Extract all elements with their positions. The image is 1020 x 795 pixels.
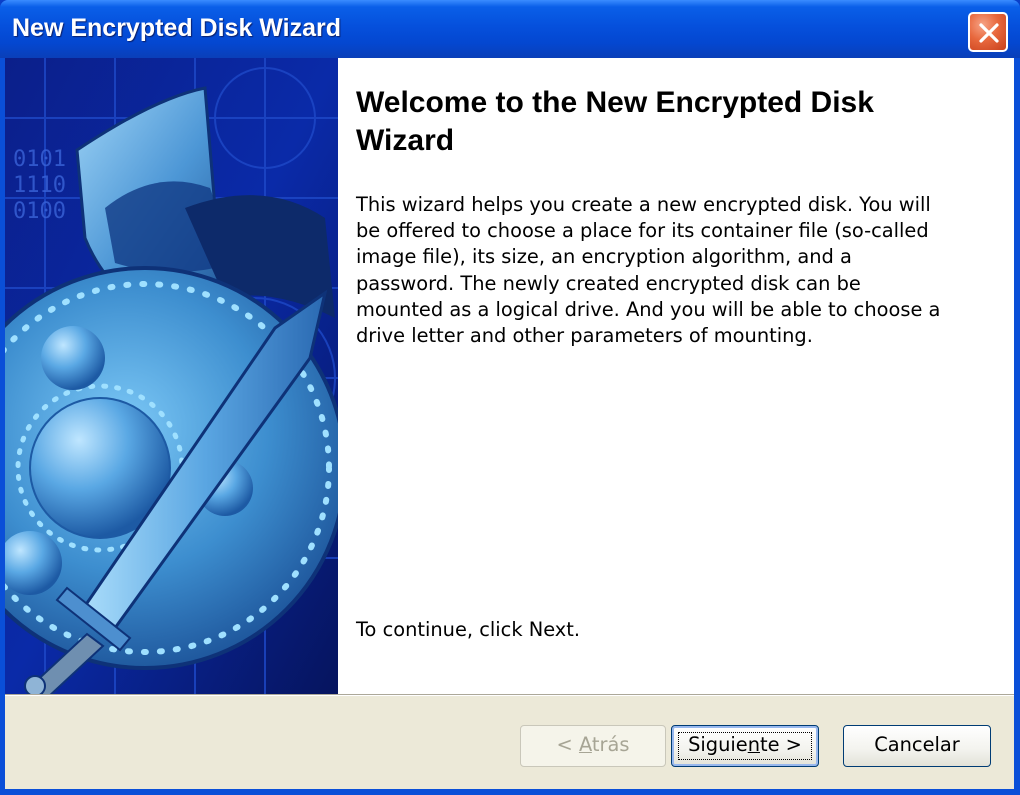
back-button[interactable]: < Atrás [520,725,666,767]
close-button[interactable] [968,12,1008,52]
continue-hint: To continue, click Next. [356,618,581,641]
wizard-description: This wizard helps you create a new encry… [356,193,941,348]
title-bar[interactable]: New Encrypted Disk Wizard [0,0,1020,58]
window-title: New Encrypted Disk Wizard [12,14,342,42]
wizard-client-area: 0101 1110 0100 Welcome to the New Encryp… [5,58,1014,789]
wizard-banner-image: 0101 1110 0100 [5,58,338,694]
cancel-button-label: Cancelar [874,733,960,756]
button-bar-divider [5,694,1014,696]
window-frame-right [1014,58,1020,795]
window-frame-bottom [0,789,1020,795]
next-button[interactable]: Siguiente > [671,725,819,767]
next-button-label: Siguiente > [688,733,802,756]
svg-text:0100: 0100 [13,199,66,224]
svg-text:0101: 0101 [13,147,66,172]
cancel-button[interactable]: Cancelar [843,725,991,767]
svg-text:1110: 1110 [13,173,66,198]
wizard-heading: Welcome to the New Encrypted Disk Wizard [356,86,874,157]
back-button-label: < Atrás [556,733,630,756]
shield-sword-illustration-icon: 0101 1110 0100 [5,58,338,694]
wizard-window: New Encrypted Disk Wizard 0101 1110 0100… [0,0,1020,795]
wizard-content-panel: Welcome to the New Encrypted Disk Wizard… [338,58,1014,694]
close-icon [979,23,999,43]
